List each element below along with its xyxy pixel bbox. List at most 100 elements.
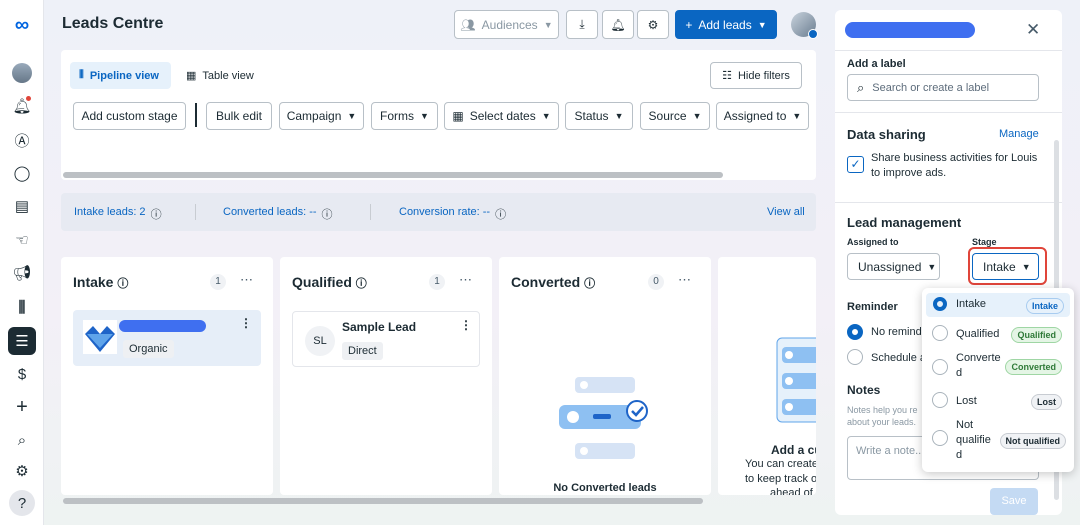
- bulk-edit-button[interactable]: Bulk edit: [206, 102, 272, 130]
- settings-button[interactable]: ⚙: [637, 10, 669, 39]
- radio-icon: [932, 325, 948, 341]
- assigned-to-filter[interactable]: Assigned to ▼: [716, 102, 809, 130]
- qualified-badge: Qualified: [1011, 327, 1062, 343]
- stage-option-qualified[interactable]: Qualified Qualified: [922, 322, 1070, 346]
- menu-icon[interactable]: ☰: [8, 327, 36, 355]
- lead-thumbnail-icon: [83, 320, 117, 354]
- billing-icon[interactable]: $: [9, 361, 35, 387]
- pipeline-icon: ⦀: [79, 69, 84, 81]
- campaign-filter[interactable]: Campaign ▼: [279, 102, 364, 130]
- stage-option-intake[interactable]: Intake Intake: [926, 293, 1070, 317]
- radio-icon: [932, 359, 948, 375]
- label-search-placeholder: Search or create a label: [872, 81, 990, 94]
- panel-header-divider: [835, 50, 1062, 51]
- info-icon: ⓘ: [117, 278, 129, 290]
- stage-option-not-qualified[interactable]: Not qualifie d Not qualified: [922, 418, 1070, 464]
- meta-logo-icon[interactable]: ∞: [9, 12, 35, 38]
- table-view-label: Table view: [202, 69, 254, 82]
- bell-icon: 🔔︎: [610, 17, 626, 32]
- card-more-icon[interactable]: ⋮: [240, 316, 252, 330]
- card-more-icon[interactable]: ⋮: [460, 318, 472, 332]
- insights-icon[interactable]: ⫼: [9, 294, 35, 320]
- hide-filters-button[interactable]: ☷ Hide filters: [710, 62, 802, 89]
- profile-avatar-icon[interactable]: [9, 60, 35, 86]
- share-activities-checkbox[interactable]: ✓: [847, 156, 864, 173]
- share-text-line-1: Share business activities for Louis: [871, 152, 1038, 164]
- intake-lead-card[interactable]: ⋮ Organic: [73, 310, 261, 366]
- stage-option-lost[interactable]: Lost Lost: [922, 390, 1070, 414]
- ads-icon[interactable]: Ⓐ: [9, 127, 35, 153]
- reminder-heading: Reminder: [847, 301, 898, 313]
- intake-count: 1: [210, 274, 226, 290]
- schedule-reminder-radio[interactable]: [847, 349, 863, 365]
- add-icon[interactable]: +: [9, 394, 35, 420]
- converted-badge: Converted: [1005, 359, 1062, 375]
- radio-icon: [933, 297, 947, 311]
- close-icon[interactable]: ✕: [1026, 20, 1040, 40]
- source-filter[interactable]: Source ▼: [640, 102, 710, 130]
- intake-badge: Intake: [1025, 298, 1064, 314]
- label-search-input[interactable]: ⌕ Search or create a label: [847, 74, 1039, 101]
- qualified-lead-card[interactable]: SL Sample Lead ⋮ Direct: [292, 311, 480, 367]
- qualified-title-text: Qualified: [292, 274, 352, 290]
- gear-icon: ⚙: [647, 17, 659, 32]
- select-dates-filter[interactable]: ▦ Select dates ▼: [444, 102, 559, 130]
- table-view-tab[interactable]: ▦ Table view: [186, 62, 254, 89]
- stage-option-label: Lost: [956, 395, 977, 407]
- add-custom-stage-button[interactable]: Add custom stage: [73, 102, 186, 130]
- manage-link[interactable]: Manage: [999, 128, 1039, 140]
- assigned-to-select[interactable]: Unassigned ▼: [847, 253, 940, 280]
- stage-option-converted[interactable]: Converte d Converted: [922, 350, 1070, 384]
- pipeline-view-label: Pipeline view: [89, 69, 159, 82]
- not-qualified-badge: Not qualified: [999, 433, 1066, 449]
- status-filter[interactable]: Status ▼: [565, 102, 633, 130]
- notifications-icon[interactable]: 🔔︎: [9, 93, 35, 119]
- chevron-down-icon: ▼: [541, 111, 551, 121]
- select-dates-label: Select dates: [469, 109, 536, 123]
- table-icon: ▦: [186, 70, 197, 82]
- forms-label: Forms: [380, 109, 415, 123]
- notes-help-line-1: Notes help you re: [847, 405, 918, 415]
- toolbar-scrollbar[interactable]: [63, 172, 723, 178]
- conversion-rate-label: Conversion rate: --: [399, 206, 491, 218]
- chevron-down-icon: ▼: [420, 111, 429, 121]
- qualified-column-title: Qualified ⓘ: [292, 274, 367, 291]
- stats-divider: [195, 204, 196, 220]
- megaphone-icon[interactable]: 📢︎: [9, 260, 35, 286]
- engagement-icon[interactable]: ☜: [9, 227, 35, 253]
- converted-count: 0: [648, 274, 664, 290]
- empty-state-illustration-icon: [559, 377, 648, 459]
- add-stage-illustration-icon: [776, 337, 816, 423]
- download-icon: ⤓: [579, 17, 585, 31]
- search-icon[interactable]: ⌕: [9, 427, 35, 453]
- view-all-link[interactable]: View all: [767, 206, 805, 218]
- notifications-button[interactable]: 🔔︎: [602, 10, 634, 39]
- help-icon[interactable]: ?: [9, 490, 35, 516]
- pipeline-view-tab[interactable]: ⦀ Pipeline view: [70, 62, 171, 89]
- account-avatar[interactable]: [791, 12, 818, 39]
- forms-filter[interactable]: Forms ▼: [371, 102, 438, 130]
- bulk-edit-label: Bulk edit: [215, 109, 263, 123]
- converted-more-icon[interactable]: ⋯: [678, 272, 691, 288]
- download-button[interactable]: ⤓: [566, 10, 598, 39]
- board-scrollbar[interactable]: [63, 498, 703, 504]
- stage-select[interactable]: Intake ▼: [972, 253, 1039, 280]
- add-column-card: Add a cu You can create to keep track o …: [718, 257, 816, 495]
- intake-more-icon[interactable]: ⋯: [240, 272, 253, 288]
- audiences-icon: 👥︎: [460, 17, 476, 32]
- stats-divider: [370, 204, 371, 220]
- help-label: ?: [17, 494, 27, 512]
- add-column-heading: Add a cu: [771, 443, 816, 457]
- messages-icon[interactable]: ◯: [9, 160, 35, 186]
- settings-icon[interactable]: ⚙: [9, 458, 35, 484]
- radio-icon: [932, 392, 948, 408]
- add-leads-button[interactable]: + Add leads ▼: [675, 10, 777, 39]
- data-sharing-heading: Data sharing: [847, 127, 926, 142]
- add-label-heading: Add a label: [847, 58, 906, 70]
- content-icon[interactable]: ▤: [9, 193, 35, 219]
- save-button[interactable]: Save: [990, 488, 1038, 515]
- no-reminder-radio[interactable]: [847, 324, 863, 340]
- qualified-more-icon[interactable]: ⋯: [459, 272, 472, 288]
- lost-badge: Lost: [1031, 394, 1062, 410]
- audiences-dropdown[interactable]: 👥︎ Audiences ▼: [454, 10, 559, 39]
